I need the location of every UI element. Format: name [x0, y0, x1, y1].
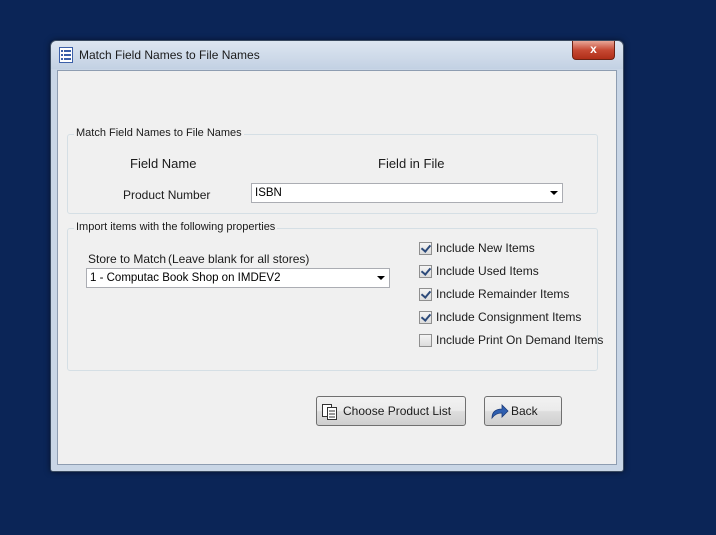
match-fields-group: Match Field Names to File Names Field Na…: [67, 127, 598, 214]
import-properties-group-legend: Import items with the following properti…: [74, 221, 278, 233]
window-title: Match Field Names to File Names: [79, 48, 260, 62]
field-name-header: Field Name: [130, 156, 197, 171]
checkbox-box[interactable]: [419, 334, 432, 347]
checkbox-box[interactable]: [419, 288, 432, 301]
list-icon: [59, 47, 73, 63]
dialog-window: Match Field Names to File Names x Match …: [50, 40, 624, 472]
back-button[interactable]: Back: [484, 396, 562, 426]
include-consignment-items-label: Include Consignment Items: [436, 310, 582, 324]
product-number-label: Product Number: [123, 188, 211, 202]
back-arrow-icon: [491, 404, 509, 420]
store-select-value: 1 - Computac Book Shop on IMDEV2: [90, 272, 281, 284]
checkbox-box[interactable]: [419, 265, 432, 278]
include-used-items-label: Include Used Items: [436, 264, 539, 278]
choose-product-list-button[interactable]: Choose Product List: [316, 396, 466, 426]
dialog-client-area: Match Field Names to File Names Field Na…: [57, 70, 617, 465]
store-to-match-label: Store to Match: [88, 252, 167, 266]
back-label: Back: [511, 404, 538, 418]
title-bar[interactable]: Match Field Names to File Names x: [51, 41, 623, 69]
checkbox-box[interactable]: [419, 311, 432, 324]
match-fields-group-legend: Match Field Names to File Names: [74, 127, 244, 139]
close-button[interactable]: x: [572, 41, 615, 60]
include-remainder-items-label: Include Remainder Items: [436, 287, 570, 301]
checkbox-box[interactable]: [419, 242, 432, 255]
product-number-field-select[interactable]: ISBN: [251, 183, 563, 203]
field-in-file-header: Field in File: [378, 156, 445, 171]
chevron-down-icon: [377, 276, 385, 280]
store-to-match-hint: (Leave blank for all stores): [168, 252, 310, 266]
chevron-down-icon: [550, 191, 558, 195]
copy-list-icon: [322, 404, 337, 420]
include-new-items-label: Include New Items: [436, 241, 535, 255]
import-properties-group: Import items with the following properti…: [67, 221, 603, 371]
close-icon: x: [590, 42, 597, 56]
include-print-on-demand-items-label: Include Print On Demand Items: [436, 333, 604, 347]
product-number-field-value: ISBN: [255, 187, 282, 199]
store-select[interactable]: 1 - Computac Book Shop on IMDEV2: [86, 268, 390, 288]
choose-product-list-label: Choose Product List: [343, 404, 452, 418]
